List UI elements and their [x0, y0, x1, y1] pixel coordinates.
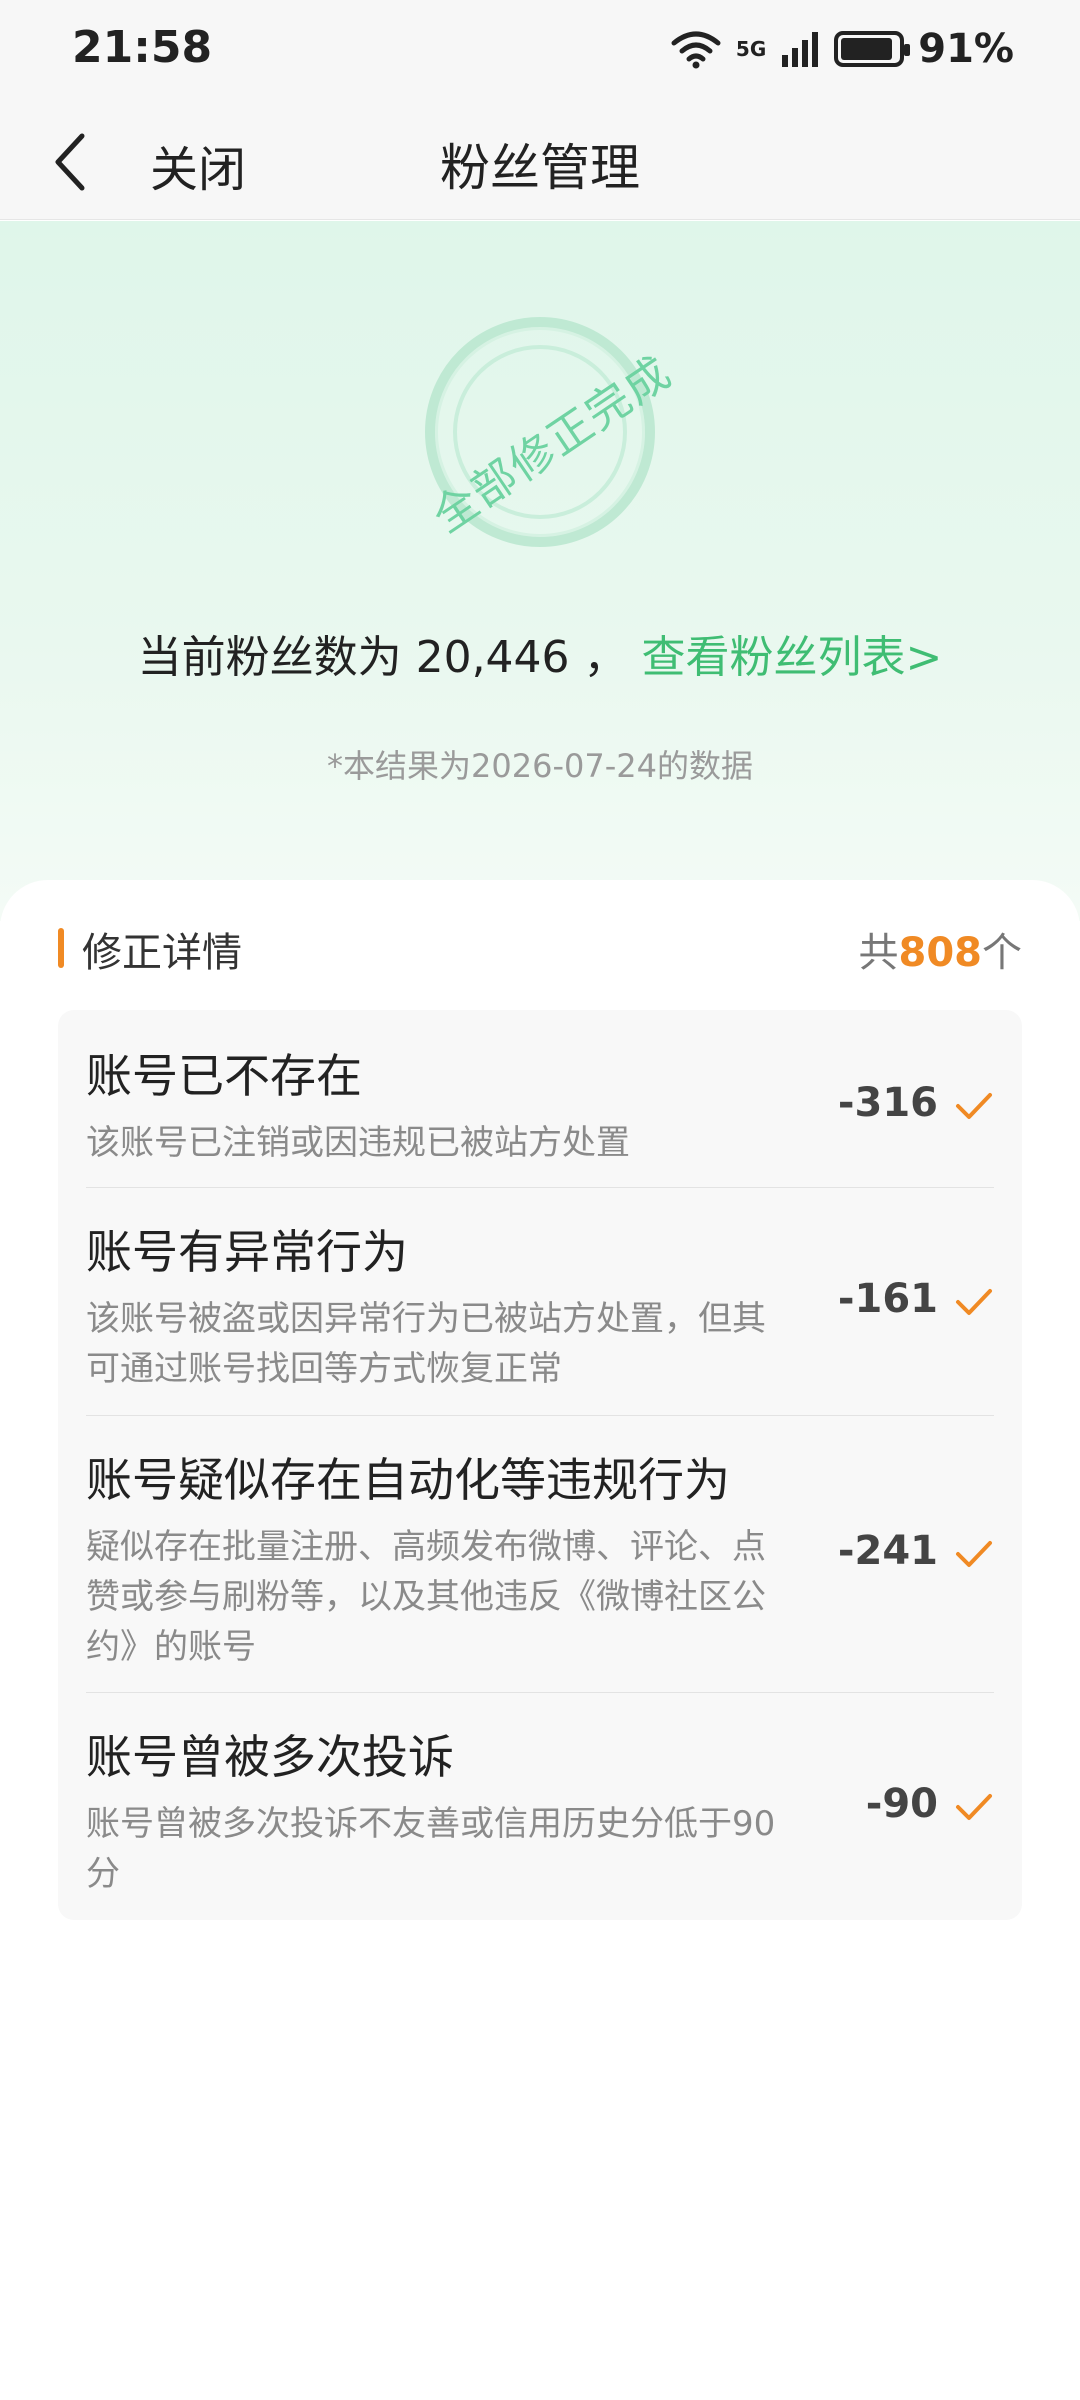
total-count: 808 — [898, 930, 983, 976]
completion-stamp: 全部修正完成 — [424, 317, 681, 547]
battery-fill — [841, 38, 892, 60]
result-date-note: *本结果为2026-07-24的数据 — [327, 747, 753, 785]
item-value: -316 — [837, 1080, 938, 1126]
wifi-icon — [671, 31, 721, 69]
list-item: 账号有异常行为 该账号被盗或因异常行为已被站方处置，但其可通过账号找回等方式恢复… — [86, 1216, 994, 1406]
details-total: 共808个 — [859, 920, 1023, 978]
battery-icon — [834, 31, 911, 67]
list-item: 账号疑似存在自动化等违规行为 疑似存在批量注册、高频发布微博、评论、点赞或参与刷… — [86, 1444, 994, 1684]
fans-separator: ， — [569, 632, 628, 683]
fans-count-line: 当前粉丝数为 20,446 ， 查看粉丝列表> — [0, 621, 1080, 685]
total-suffix: 个 — [982, 930, 1022, 976]
divider — [86, 1187, 994, 1188]
view-fans-link[interactable]: 查看粉丝列表> — [642, 632, 943, 683]
item-title: 账号有异常行为 — [86, 1225, 408, 1279]
result-hero: 全部修正完成 当前粉丝数为 20,446 ， 查看粉丝列表> *本结果为2026… — [0, 221, 1080, 921]
divider — [86, 1692, 994, 1693]
details-panel: 修正详情 共808个 账号已不存在 该账号已注销或因违规已被站方处置 -316 … — [0, 880, 1080, 2400]
check-icon — [956, 1289, 992, 1315]
item-title: 账号曾被多次投诉 — [86, 1730, 454, 1784]
details-title: 修正详情 — [82, 930, 242, 976]
list-item: 账号已不存在 该账号已注销或因违规已被站方处置 -316 — [86, 1040, 994, 1180]
check-icon — [956, 1541, 992, 1567]
item-value: -161 — [837, 1276, 938, 1322]
fans-prefix: 当前粉丝数为 — [137, 632, 416, 683]
status-time: 21:58 — [72, 22, 213, 73]
item-value: -241 — [837, 1528, 938, 1574]
item-value: -90 — [865, 1781, 938, 1827]
signal-icon — [782, 32, 819, 67]
divider — [86, 1415, 994, 1416]
details-card: 账号已不存在 该账号已注销或因违规已被站方处置 -316 账号有异常行为 该账号… — [58, 1010, 1022, 1920]
network-type: 5G — [735, 37, 767, 61]
details-header: 修正详情 共808个 — [58, 920, 1022, 976]
status-icons: 5G 91% — [670, 26, 1014, 72]
check-icon — [956, 1794, 992, 1820]
total-prefix: 共 — [858, 930, 899, 976]
check-icon — [956, 1093, 992, 1119]
battery-percent: 91% — [918, 26, 1014, 72]
item-desc: 疑似存在批量注册、高频发布微博、评论、点赞或参与刷粉等，以及其他违反《微博社区公… — [86, 1527, 766, 1667]
item-title: 账号疑似存在自动化等违规行为 — [86, 1453, 730, 1507]
item-desc: 账号曾被多次投诉不友善或信用历史分低于90分 — [86, 1804, 776, 1894]
item-desc: 该账号被盗或因异常行为已被站方处置，但其可通过账号找回等方式恢复正常 — [86, 1299, 766, 1389]
page-title: 粉丝管理 — [440, 139, 640, 197]
item-desc: 该账号已注销或因违规已被站方处置 — [86, 1123, 630, 1163]
fans-count: 20,446 — [415, 632, 570, 683]
list-item: 账号曾被多次投诉 账号曾被多次投诉不友善或信用历史分低于90分 -90 — [86, 1721, 994, 1901]
status-bar: 21:58 5G 91% — [0, 0, 1080, 100]
nav-bar: 关闭 粉丝管理 — [0, 100, 1080, 220]
accent-bar — [58, 928, 64, 968]
